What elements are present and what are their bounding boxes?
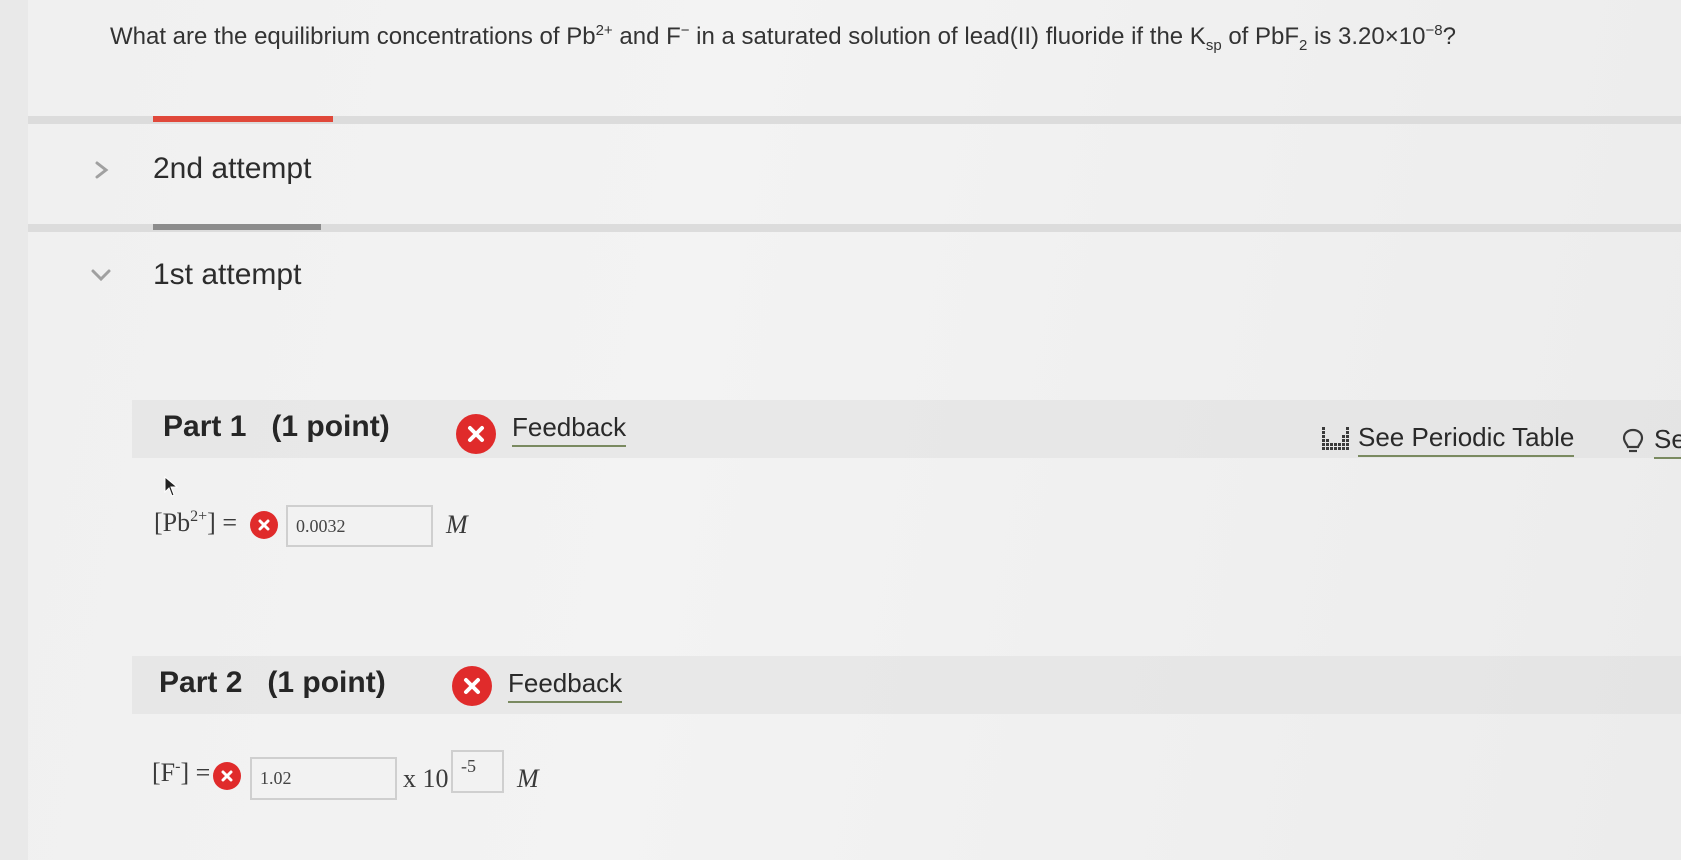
f-exponent-input[interactable]: -5 (451, 750, 504, 793)
see-periodic-table-label: See Periodic Table (1358, 422, 1575, 457)
active-attempt-indicator (153, 116, 333, 122)
f-concentration-label: [F-] = (152, 758, 211, 787)
incorrect-icon (213, 762, 241, 790)
times-ten-label: x 10 (403, 764, 449, 793)
see-periodic-table-link[interactable]: See Periodic Table (1322, 422, 1575, 457)
incorrect-icon (452, 666, 492, 706)
inactive-attempt-indicator (153, 224, 321, 230)
chevron-right-icon[interactable] (94, 160, 110, 180)
pb-concentration-label: [Pb2+] = (154, 508, 237, 537)
part2-feedback-link[interactable]: Feedback (508, 668, 623, 703)
question-text: What are the equilibrium concentrations … (110, 22, 1456, 54)
part1-title: Part 1 (1 point) (163, 410, 390, 443)
incorrect-icon (456, 414, 496, 454)
periodic-table-icon (1322, 426, 1349, 450)
part1-feedback-link[interactable]: Feedback (512, 412, 627, 447)
mouse-cursor-icon (164, 476, 178, 497)
pb-concentration-input[interactable]: 0.0032 (286, 505, 433, 547)
incorrect-icon (250, 511, 278, 539)
lightbulb-icon (1622, 428, 1644, 452)
pb-unit-label: M (446, 510, 468, 539)
attempt-1st-header[interactable]: 1st attempt (153, 258, 301, 292)
chevron-down-icon[interactable] (90, 268, 112, 282)
part2-title: Part 2 (1 point) (159, 666, 386, 699)
f-mantissa-input[interactable]: 1.02 (250, 757, 397, 800)
hint-link[interactable]: Se (1622, 424, 1681, 459)
hint-label: Se (1654, 424, 1681, 459)
attempt-2nd-header[interactable]: 2nd attempt (153, 152, 311, 186)
f-unit-label: M (517, 764, 539, 793)
